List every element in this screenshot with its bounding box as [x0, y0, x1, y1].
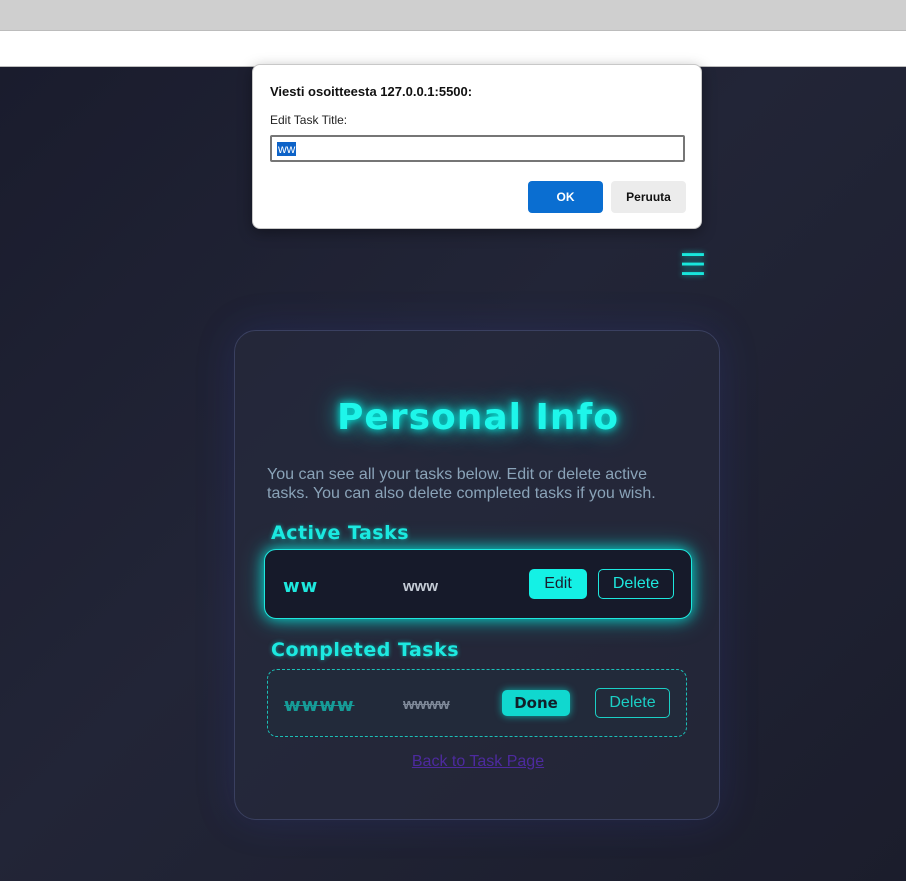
active-task-description: www	[403, 578, 439, 595]
delete-active-task-button[interactable]: Delete	[598, 569, 674, 599]
browser-address-bar[interactable]	[0, 30, 906, 67]
completed-task-title: wwww	[284, 695, 355, 716]
completed-task-description: wwww	[403, 696, 450, 713]
back-to-task-page-link[interactable]: Back to Task Page	[235, 753, 721, 771]
active-task-item: ww www Edit Delete	[264, 549, 692, 619]
browser-tab-strip	[0, 0, 906, 30]
completed-task-item: wwww wwww Done Delete	[267, 669, 687, 737]
input-selected-text: ww	[277, 141, 297, 156]
active-tasks-heading: Active Tasks	[271, 522, 410, 544]
active-task-title: ww	[283, 576, 319, 597]
page-description: You can see all your tasks below. Edit o…	[267, 466, 656, 502]
cancel-button[interactable]: Peruuta	[611, 181, 686, 213]
page-title: Personal Info	[337, 397, 619, 438]
completed-tasks-heading: Completed Tasks	[271, 639, 460, 661]
edit-task-button[interactable]: Edit	[529, 569, 587, 599]
delete-completed-task-button[interactable]: Delete	[595, 688, 670, 718]
prompt-dialog: Viesti osoitteesta 127.0.0.1:5500: Edit …	[252, 64, 702, 229]
dialog-title: Viesti osoitteesta 127.0.0.1:5500:	[270, 84, 473, 99]
dialog-label: Edit Task Title:	[270, 113, 348, 127]
done-button[interactable]: Done	[502, 690, 570, 716]
edit-title-input[interactable]: ww	[270, 135, 685, 162]
ok-button[interactable]: OK	[528, 181, 603, 213]
personal-info-card: Personal Info You can see all your tasks…	[234, 330, 720, 820]
hamburger-menu-icon[interactable]: ☰	[678, 251, 708, 281]
